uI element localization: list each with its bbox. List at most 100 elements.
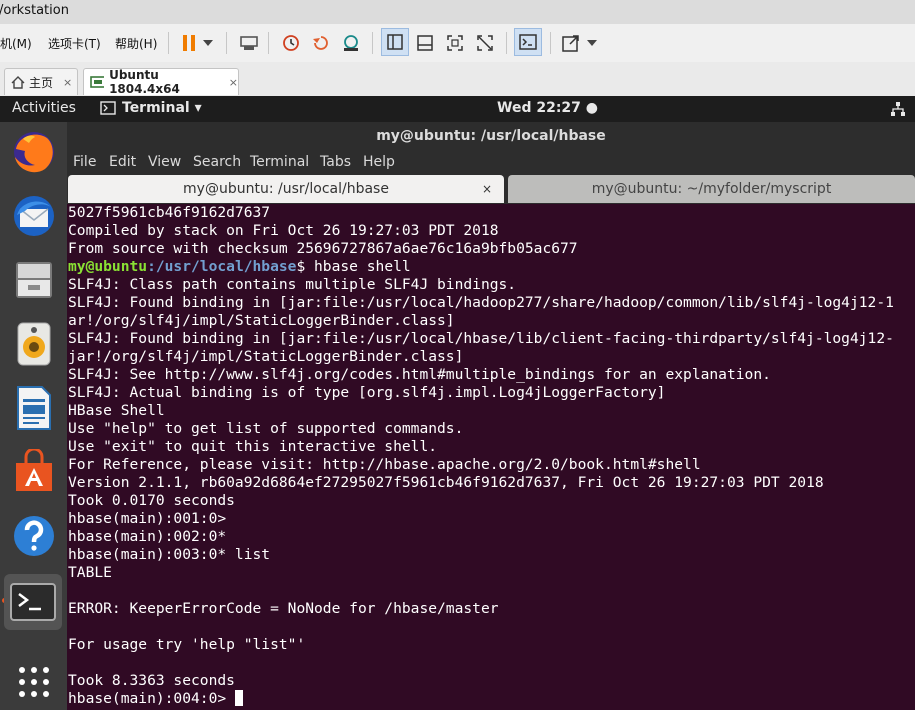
toolbar-separator	[168, 32, 169, 54]
menu-help[interactable]: Help	[363, 154, 395, 170]
activities-button[interactable]: Activities	[12, 100, 76, 116]
window-title: /orkstation	[0, 3, 69, 18]
send-ctrl-alt-del-button[interactable]	[236, 30, 262, 56]
terminal-line: hbase(main):001:0>	[68, 510, 227, 527]
software-launcher[interactable]	[8, 446, 60, 498]
revert-icon	[313, 36, 328, 50]
firefox-launcher[interactable]	[8, 126, 60, 178]
ubuntu-topbar: Activities Terminal ▾ Wed 22:27 ●	[0, 96, 915, 122]
menu-file[interactable]: File	[73, 154, 96, 170]
tab-home[interactable]: 主页 ×	[4, 68, 78, 95]
terminal-launcher[interactable]	[4, 574, 62, 630]
chevron-down-icon	[587, 40, 597, 46]
clock-icon	[283, 35, 299, 51]
prompt-line: my@ubuntu:/usr/local/hbase$ hbase shell	[68, 258, 411, 276]
menu-tabs[interactable]: 选项卡(T)	[48, 35, 101, 52]
software-icon	[16, 449, 52, 491]
close-icon[interactable]: ×	[63, 76, 72, 89]
current-prompt: hbase(main):004:0>	[68, 690, 235, 707]
menu-terminal[interactable]: Terminal	[250, 154, 309, 170]
thunderbird-launcher[interactable]	[8, 190, 60, 242]
terminal-tabbar: my@ubuntu: /usr/local/hbase × my@ubuntu:…	[67, 174, 915, 204]
files-icon	[16, 262, 52, 298]
vmware-menubar: 机(M) 选项卡(T) 帮助(H)	[0, 24, 915, 63]
snapshot-manager-icon	[344, 35, 358, 51]
stretch-guest-button[interactable]	[558, 30, 584, 56]
terminal-line: HBase Shell	[68, 402, 165, 419]
help-icon	[14, 516, 54, 556]
stretch-dropdown[interactable]	[584, 30, 600, 56]
thunderbird-icon	[14, 196, 54, 236]
menu-help[interactable]: 帮助(H)	[115, 35, 157, 52]
toolbar-separator	[226, 32, 227, 54]
rhythmbox-icon	[17, 322, 51, 366]
snapshot-button[interactable]	[278, 30, 304, 56]
close-icon[interactable]: ×	[229, 76, 238, 89]
console-icon	[519, 34, 537, 50]
terminal-output[interactable]: 5027f5961cb46f9162d7637 Compiled by stac…	[67, 204, 915, 710]
terminal-line: For usage try 'help "list"'	[68, 636, 306, 653]
terminal-tab-myscript[interactable]: my@ubuntu: ~/myfolder/myscript	[508, 175, 915, 203]
full-screen-button[interactable]	[442, 30, 468, 56]
terminal-line: Version 2.1.1, rb60a92d6864ef27295027f59…	[68, 474, 824, 491]
writer-icon	[17, 386, 51, 430]
pause-icon	[183, 35, 195, 51]
terminal-line: 5027f5961cb46f9162d7637	[68, 204, 271, 221]
menu-search[interactable]: Search	[193, 154, 241, 170]
tab-ubuntu-vm[interactable]: Ubuntu 1804.4x64 ×	[83, 68, 239, 96]
terminal-line: SLF4J: See http://www.slf4j.org/codes.ht…	[68, 366, 771, 383]
menu-edit[interactable]: Edit	[109, 154, 136, 170]
menu-view[interactable]: View	[148, 154, 181, 170]
console-view-button[interactable]	[514, 28, 542, 56]
snapshot-manager-button[interactable]	[338, 30, 364, 56]
vmware-tabbar: 主页 × Ubuntu 1804.4x64 ×	[0, 62, 915, 97]
terminal-line: Use "help" to get list of supported comm…	[68, 420, 464, 437]
terminal-line: SLF4J: Found binding in [jar:file:/usr/l…	[68, 330, 894, 347]
files-launcher[interactable]	[8, 254, 60, 306]
terminal-tab-hbase[interactable]: my@ubuntu: /usr/local/hbase ×	[68, 175, 504, 203]
menu-tabs[interactable]: Tabs	[320, 154, 351, 170]
terminal-line: TABLE	[68, 564, 112, 581]
menu-vm[interactable]: 机(M)	[0, 35, 32, 52]
terminal-line: Took 0.0170 seconds	[68, 492, 235, 509]
prompt-user: my@ubuntu	[68, 258, 148, 275]
text-cursor	[234, 690, 243, 706]
terminal-line: hbase(main):003:0* list	[68, 546, 271, 563]
ubuntu-dock	[0, 122, 67, 710]
sidebar-icon	[387, 34, 403, 50]
keyboard-icon	[240, 36, 258, 50]
rhythmbox-launcher[interactable]	[8, 318, 60, 370]
help-launcher[interactable]	[8, 510, 60, 562]
writer-launcher[interactable]	[8, 382, 60, 434]
terminal-line: SLF4J: Class path contains multiple SLF4…	[68, 276, 517, 293]
terminal-line: Compiled by stack on Fri Oct 26 19:27:03…	[68, 222, 499, 239]
toolbar-separator	[506, 32, 507, 54]
unity-mode-button[interactable]	[472, 30, 498, 56]
terminal-tab-label: my@ubuntu: ~/myfolder/myscript	[591, 181, 832, 197]
terminal-line: Use "exit" to quit this interactive shel…	[68, 438, 438, 455]
current-prompt-line[interactable]: hbase(main):004:0>	[68, 690, 243, 708]
terminal-line: jar!/org/slf4j/impl/StaticLoggerBinder.c…	[68, 348, 464, 365]
terminal-line: From source with checksum 25696727867a6a…	[68, 240, 578, 257]
power-dropdown[interactable]	[200, 30, 216, 56]
show-applications-button[interactable]	[8, 656, 60, 708]
stretch-icon	[562, 35, 579, 52]
app-menu[interactable]: Terminal ▾	[122, 100, 202, 116]
revert-snapshot-button[interactable]	[308, 30, 334, 56]
terminal-line: SLF4J: Found binding in [jar:file:/usr/l…	[68, 294, 894, 311]
home-icon	[11, 75, 25, 89]
show-library-button[interactable]	[381, 28, 409, 56]
thumbnail-bar-icon	[417, 35, 433, 51]
toolbar-separator	[268, 32, 269, 54]
toolbar-separator	[550, 32, 551, 54]
tab-home-label: 主页	[29, 75, 54, 90]
show-thumbnail-bar-button[interactable]	[412, 30, 438, 56]
network-icon[interactable]	[890, 101, 906, 117]
clock[interactable]: Wed 22:27 ●	[497, 100, 598, 116]
terminal-line: SLF4J: Actual binding is of type [org.sl…	[68, 384, 666, 401]
pause-button[interactable]	[176, 30, 202, 56]
terminal-app-icon	[100, 101, 116, 115]
close-icon[interactable]: ×	[482, 175, 492, 203]
vmware-titlebar: /orkstation	[0, 0, 915, 24]
terminal-icon	[10, 583, 56, 621]
